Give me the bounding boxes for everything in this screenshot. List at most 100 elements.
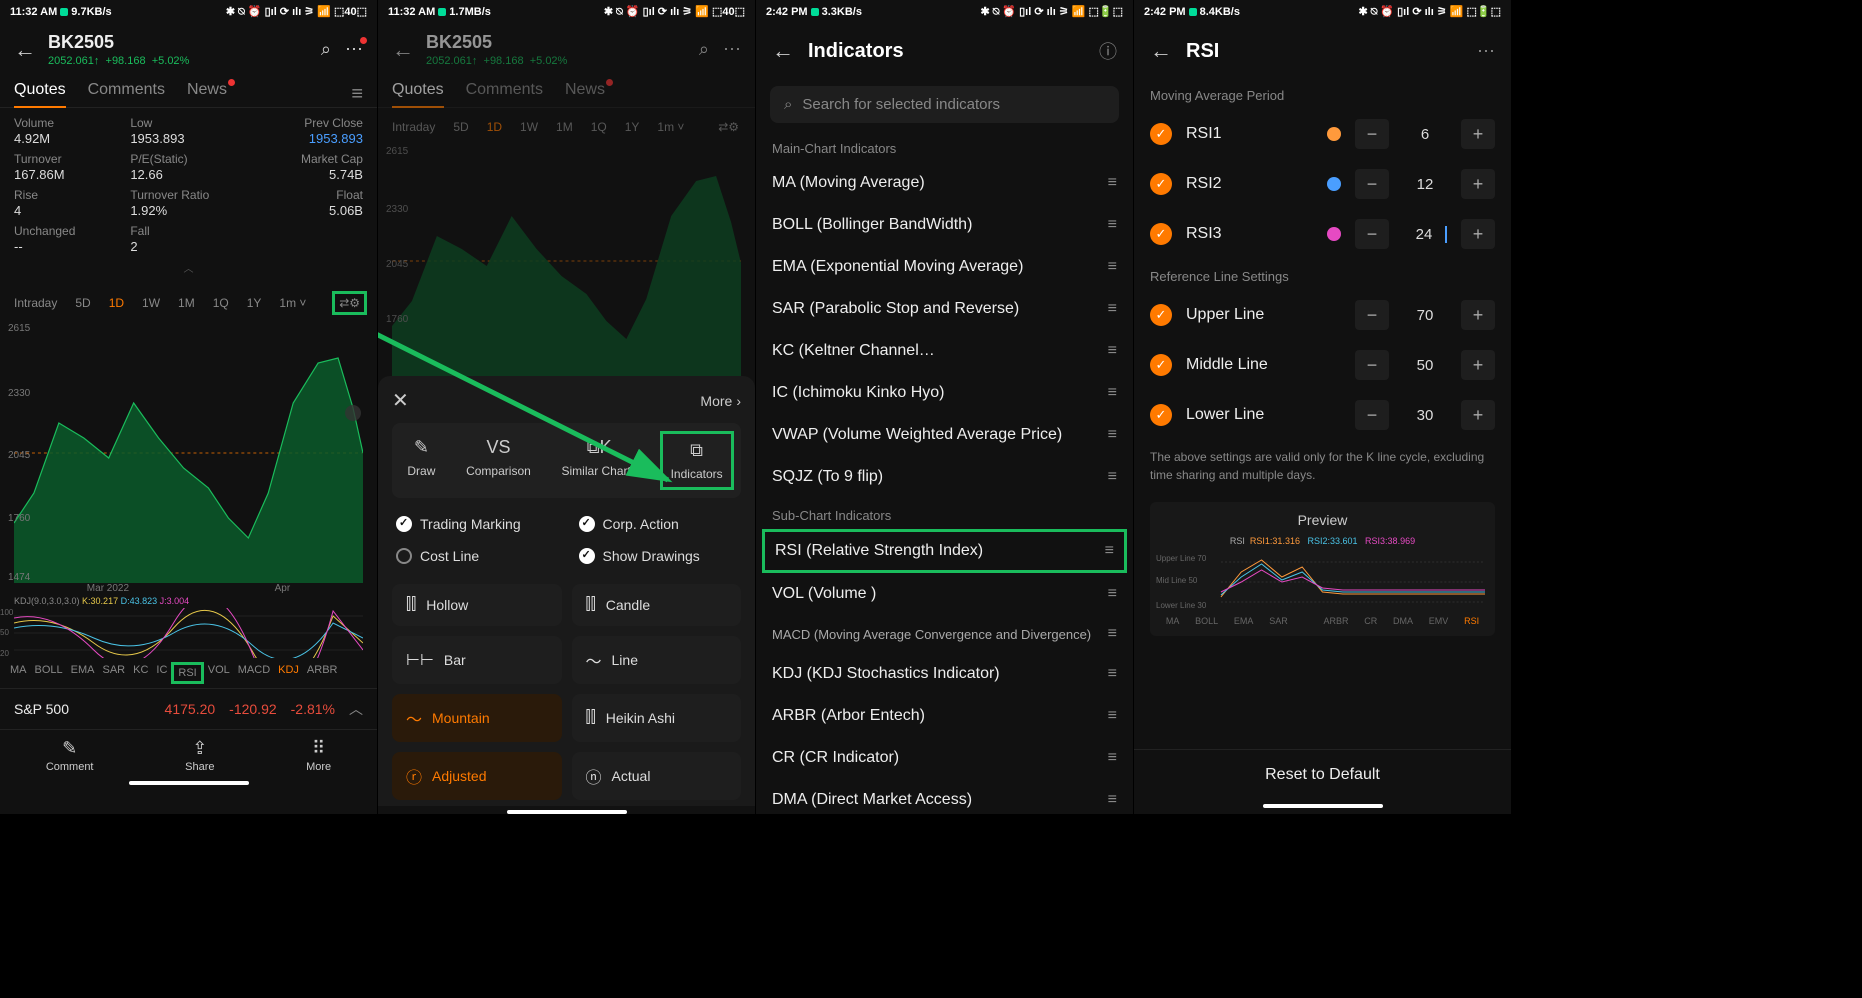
- chart-settings-icon[interactable]: ⇄⚙: [712, 116, 745, 138]
- share-icon: ⇪: [192, 738, 207, 759]
- chat-icon[interactable]: ⋯: [345, 39, 363, 60]
- header: ← BK2505 2052.061↑ +98.168 +5.02% ⌕ ⋯: [0, 24, 377, 75]
- stats: Volume4.92M Low1953.893 Prev Close1953.8…: [0, 108, 377, 283]
- ind-kdj[interactable]: KDJ (KDJ Stochastics Indicator)≡: [756, 653, 1133, 695]
- chat-icon[interactable]: ⋯: [723, 39, 741, 60]
- chart-type-heikin[interactable]: ⫿⫿Heikin Ashi: [572, 694, 742, 742]
- tool-indicators[interactable]: ⧉Indicators: [660, 431, 734, 490]
- tf-1y[interactable]: 1Y: [243, 294, 266, 312]
- tool-comparison[interactable]: VSComparison: [466, 437, 531, 484]
- ind-dma[interactable]: DMA (Direct Market Access)≡: [756, 779, 1133, 814]
- price-chart[interactable]: 2615 2330 2045 1760 1474: [0, 323, 377, 583]
- ticker-block[interactable]: BK2505 2052.061↑ +98.168 +5.02%: [48, 32, 309, 67]
- back-arrow-icon[interactable]: ←: [772, 38, 794, 64]
- search-icon[interactable]: ⌕: [321, 39, 331, 60]
- drag-icon: ≡: [1108, 174, 1117, 192]
- nav-comment[interactable]: ✎Comment: [46, 738, 94, 773]
- ind-cr[interactable]: CR (CR Indicator)≡: [756, 737, 1133, 779]
- kdj-chart[interactable]: 100 50 20: [0, 608, 377, 658]
- chart-type-hollow[interactable]: ⫿⫿Hollow: [392, 584, 562, 626]
- close-icon[interactable]: ✕: [392, 388, 409, 413]
- status-dot: [60, 8, 68, 16]
- tf-5d[interactable]: 5D: [71, 294, 94, 312]
- tool-draw[interactable]: ✎Draw: [407, 437, 435, 484]
- ind-arbr[interactable]: ARBR (Arbor Entech)≡: [756, 695, 1133, 737]
- search-icon: ⌕: [784, 96, 792, 113]
- preview-box: Preview RSI RSI1:31.316 RSI2:33.601 RSI3…: [1150, 502, 1495, 636]
- rsi3-row: ✓ RSI3 − 24 +: [1134, 209, 1511, 259]
- ind-sar[interactable]: SAR (Parabolic Stop and Reverse)≡: [756, 288, 1133, 330]
- ind-sqjz[interactable]: SQJZ (To 9 flip)≡: [756, 456, 1133, 498]
- reset-button[interactable]: Reset to Default: [1134, 749, 1511, 800]
- tab-comments[interactable]: Comments: [88, 81, 165, 107]
- status-speed: 9.7KB/s: [71, 6, 111, 18]
- chart-type-mountain[interactable]: 〜Mountain: [392, 694, 562, 742]
- check-corp[interactable]: Corp. Action: [579, 516, 738, 532]
- ind-rsi[interactable]: RSI (Relative Strength Index)≡: [762, 529, 1127, 573]
- ind-ema[interactable]: EMA (Exponential Moving Average)≡: [756, 246, 1133, 288]
- pencil-icon: ✎: [414, 437, 429, 458]
- tf-1q[interactable]: 1Q: [209, 294, 233, 312]
- nav-share[interactable]: ⇪Share: [185, 738, 214, 773]
- settings-note: The above settings are valid only for th…: [1134, 440, 1511, 492]
- tab-quotes[interactable]: Quotes: [14, 81, 66, 107]
- search-input[interactable]: ⌕ Search for selected indicators: [770, 86, 1119, 123]
- status-icons: ✱ ⍉ ⏰ ▯ıl ⟳ ılı ⚞ 📶 ⬚40⬚: [226, 5, 367, 19]
- chart-popup: ✕ More › ✎Draw VSComparison ⧉KSimilar Ch…: [378, 376, 755, 806]
- ind-ic[interactable]: IC (Ichimoku Kinko Hyo)≡: [756, 372, 1133, 414]
- tf-1w[interactable]: 1W: [138, 294, 164, 312]
- tf-1min[interactable]: 1m ˅: [275, 294, 310, 312]
- phone-3: 2:42 PM3.3KB/s ✱ ⍉ ⏰ ▯ıl ⟳ ılı ⚞ 📶 ⬚🔋⬚ ←…: [756, 0, 1134, 814]
- chart-type-actual[interactable]: ⓝActual: [572, 752, 742, 800]
- tf-intraday[interactable]: Intraday: [10, 294, 61, 312]
- ticker-symbol: BK2505: [48, 32, 309, 53]
- back-arrow-icon[interactable]: ←: [1150, 38, 1172, 64]
- similar-icon: ⧉K: [587, 437, 612, 458]
- more-button[interactable]: More ›: [700, 393, 741, 409]
- nav-more[interactable]: ⠿More: [306, 738, 331, 773]
- minus-button[interactable]: −: [1355, 119, 1389, 149]
- help-icon[interactable]: ⓘ: [1099, 38, 1117, 64]
- check-drawings[interactable]: Show Drawings: [579, 548, 738, 564]
- search-icon[interactable]: ⌕: [699, 39, 709, 60]
- chart-x-labels: Mar 2022Apr: [0, 583, 377, 594]
- chart-type-candle[interactable]: ⫿⫿Candle: [572, 584, 742, 626]
- more-icon[interactable]: ⋯: [1477, 41, 1495, 62]
- rsi-indicator[interactable]: RSI: [171, 662, 203, 684]
- rsi1-row: ✓ RSI1 − 6 +: [1134, 109, 1511, 159]
- ind-vol[interactable]: VOL (Volume )≡: [756, 573, 1133, 615]
- ind-ma[interactable]: MA (Moving Average)≡: [756, 162, 1133, 204]
- menu-icon[interactable]: ≡: [351, 83, 363, 106]
- back-arrow-icon[interactable]: ←: [392, 37, 414, 63]
- chart-type-adjusted[interactable]: ⓡAdjusted: [392, 752, 562, 800]
- status-time: 11:32 AM: [10, 6, 57, 18]
- check-icon[interactable]: ✓: [1150, 123, 1172, 145]
- tf-1m[interactable]: 1M: [174, 294, 199, 312]
- preview-chart: Upper Line 70 Mid Line 50 Lower Line 30: [1150, 552, 1495, 612]
- back-arrow-icon[interactable]: ←: [14, 37, 36, 63]
- middle-line-row: ✓ Middle Line − 50 +: [1134, 340, 1511, 390]
- ticker-sub: 2052.061↑ +98.168 +5.02%: [48, 55, 309, 67]
- check-cost[interactable]: Cost Line: [396, 548, 555, 564]
- chart-type-bar[interactable]: ⊢⊢Bar: [392, 636, 562, 684]
- kdj-label: KDJ(9.0,3.0,3.0) K:30.217 D:43.823 J:3.0…: [0, 594, 377, 608]
- home-indicator[interactable]: [129, 781, 249, 785]
- indicators-icon: ⧉: [690, 440, 703, 461]
- tab-news[interactable]: News: [187, 81, 227, 107]
- check-trading[interactable]: Trading Marking: [396, 516, 555, 532]
- chart-type-line[interactable]: 〜Line: [572, 636, 742, 684]
- lower-line-row: ✓ Lower Line − 30 +: [1134, 390, 1511, 440]
- bottom-nav: ✎Comment ⇪Share ⠿More: [0, 729, 377, 777]
- plus-button[interactable]: +: [1461, 119, 1495, 149]
- phone-1: 11:32 AM 9.7KB/s ✱ ⍉ ⏰ ▯ıl ⟳ ılı ⚞ 📶 ⬚40…: [0, 0, 378, 814]
- sp500-row[interactable]: S&P 500 4175.20 -120.92 -2.81% ︿: [0, 688, 377, 729]
- ind-vwap[interactable]: VWAP (Volume Weighted Average Price)≡: [756, 414, 1133, 456]
- chart-settings-icon[interactable]: ⇄⚙: [332, 291, 367, 315]
- color-dot[interactable]: [1327, 127, 1341, 141]
- tool-similar[interactable]: ⧉KSimilar Charts: [562, 437, 637, 484]
- ind-macd[interactable]: MACD (Moving Average Convergence and Div…: [756, 615, 1133, 653]
- ind-boll[interactable]: BOLL (Bollinger BandWidth)≡: [756, 204, 1133, 246]
- upper-line-row: ✓ Upper Line − 70 +: [1134, 290, 1511, 340]
- ind-kc[interactable]: KC (Keltner Channel…≡: [756, 330, 1133, 372]
- tf-1d[interactable]: 1D: [105, 294, 128, 312]
